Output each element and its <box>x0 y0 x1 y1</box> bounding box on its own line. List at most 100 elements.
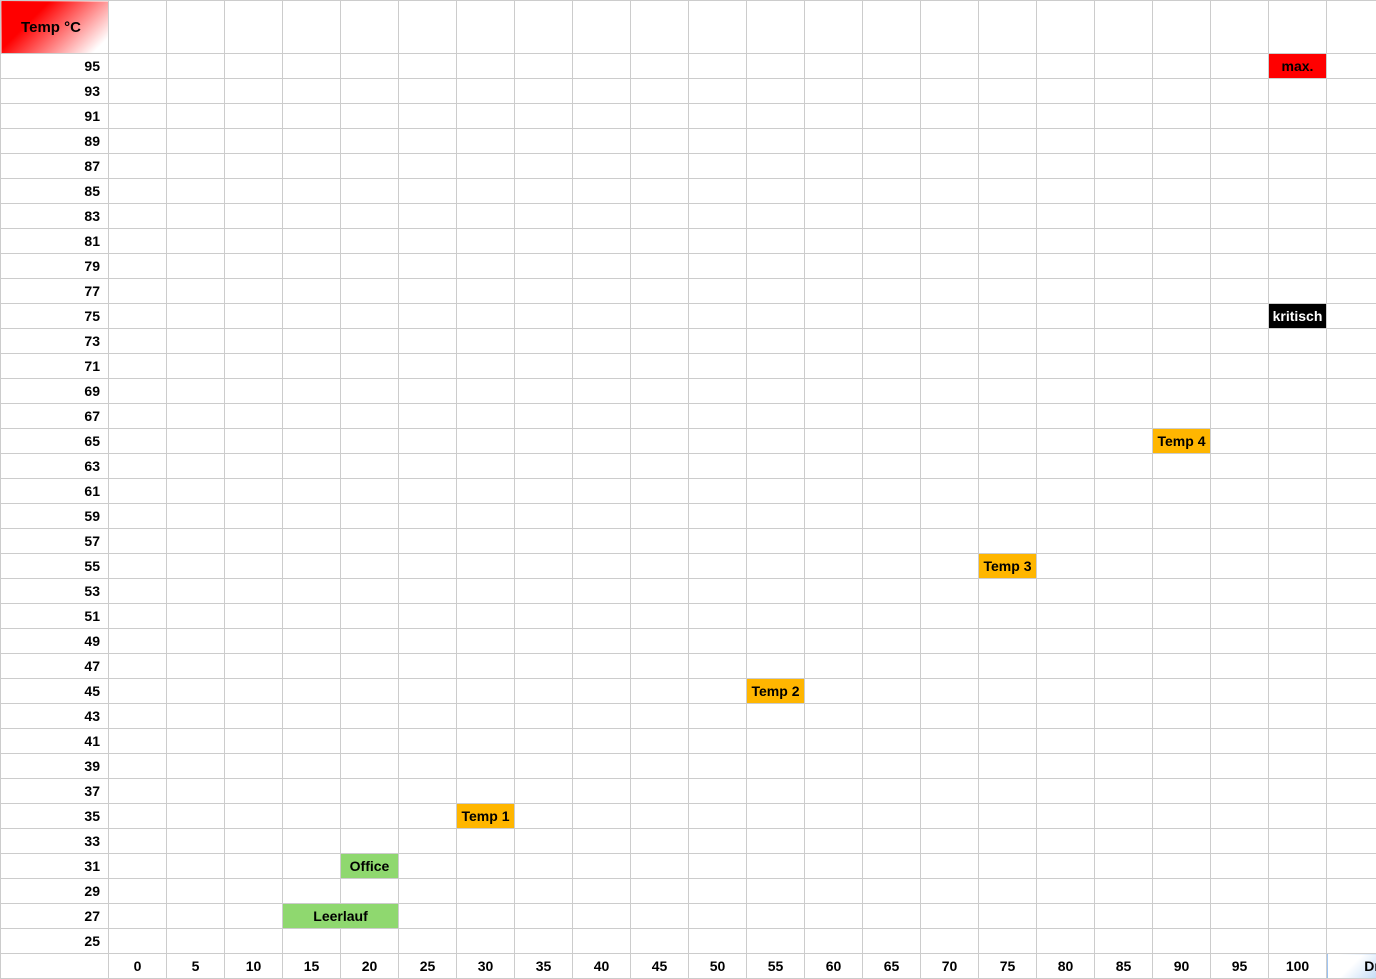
grid-cell[interactable] <box>1153 904 1211 929</box>
grid-cell[interactable] <box>1211 504 1269 529</box>
grid-cell[interactable] <box>1037 579 1095 604</box>
grid-cell[interactable] <box>283 229 341 254</box>
grid-cell[interactable] <box>689 779 747 804</box>
grid-cell[interactable] <box>805 529 863 554</box>
grid-cell[interactable] <box>747 929 805 954</box>
grid-cell[interactable] <box>1211 654 1269 679</box>
grid-cell[interactable] <box>167 129 225 154</box>
grid-cell[interactable] <box>341 529 399 554</box>
grid-cell[interactable] <box>1037 304 1095 329</box>
grid-cell[interactable] <box>109 379 167 404</box>
grid-cell[interactable] <box>689 454 747 479</box>
grid-cell[interactable] <box>863 779 921 804</box>
grid-cell[interactable] <box>225 629 283 654</box>
grid-cell[interactable] <box>1095 554 1153 579</box>
grid-cell[interactable] <box>573 629 631 654</box>
grid-cell[interactable] <box>1095 154 1153 179</box>
grid-cell[interactable] <box>921 1 979 54</box>
grid-cell[interactable] <box>341 354 399 379</box>
grid-cell[interactable] <box>1269 554 1327 579</box>
grid-cell[interactable] <box>979 329 1037 354</box>
grid-cell[interactable] <box>341 179 399 204</box>
grid-cell[interactable] <box>1095 129 1153 154</box>
grid-cell[interactable] <box>283 154 341 179</box>
grid-cell[interactable] <box>225 154 283 179</box>
grid-cell[interactable] <box>341 54 399 79</box>
grid-cell[interactable] <box>1153 454 1211 479</box>
grid-cell[interactable] <box>573 554 631 579</box>
grid-cell[interactable] <box>573 379 631 404</box>
grid-cell[interactable] <box>399 54 457 79</box>
grid-cell[interactable] <box>167 804 225 829</box>
grid-cell[interactable] <box>1211 804 1269 829</box>
grid-cell[interactable] <box>457 204 515 229</box>
grid-cell[interactable] <box>979 579 1037 604</box>
grid-cell[interactable] <box>747 454 805 479</box>
grid-cell[interactable] <box>1211 229 1269 254</box>
grid-cell[interactable] <box>921 579 979 604</box>
grid-cell[interactable] <box>109 129 167 154</box>
grid-cell[interactable] <box>225 729 283 754</box>
grid-cell[interactable] <box>1269 729 1327 754</box>
grid-cell[interactable] <box>805 79 863 104</box>
grid-cell[interactable] <box>747 829 805 854</box>
grid-cell[interactable] <box>631 504 689 529</box>
grid-cell[interactable] <box>1327 929 1376 954</box>
grid-cell[interactable] <box>225 754 283 779</box>
grid-cell[interactable] <box>399 654 457 679</box>
grid-cell[interactable] <box>1269 404 1327 429</box>
grid-cell[interactable] <box>1211 579 1269 604</box>
grid-cell[interactable] <box>921 104 979 129</box>
grid-cell[interactable] <box>805 829 863 854</box>
grid-cell[interactable] <box>515 204 573 229</box>
grid-cell[interactable] <box>225 104 283 129</box>
grid-cell[interactable] <box>689 504 747 529</box>
grid-cell[interactable] <box>1269 604 1327 629</box>
grid-cell[interactable] <box>341 79 399 104</box>
grid-cell[interactable] <box>225 1 283 54</box>
grid-cell[interactable] <box>573 679 631 704</box>
grid-cell[interactable] <box>399 79 457 104</box>
grid-cell[interactable] <box>225 454 283 479</box>
grid-cell[interactable] <box>1211 529 1269 554</box>
grid-cell[interactable] <box>921 179 979 204</box>
grid-cell[interactable] <box>457 54 515 79</box>
grid-cell[interactable] <box>1327 679 1376 704</box>
grid-cell[interactable] <box>1269 354 1327 379</box>
grid-cell[interactable] <box>457 504 515 529</box>
grid-cell[interactable] <box>225 229 283 254</box>
grid-cell[interactable] <box>747 554 805 579</box>
grid-cell[interactable] <box>225 704 283 729</box>
grid-cell[interactable] <box>689 579 747 604</box>
grid-cell[interactable] <box>979 279 1037 304</box>
grid-cell[interactable] <box>1153 404 1211 429</box>
grid-cell[interactable] <box>689 854 747 879</box>
grid-cell[interactable] <box>225 254 283 279</box>
grid-cell[interactable] <box>1095 404 1153 429</box>
grid-cell[interactable] <box>457 304 515 329</box>
grid-cell[interactable] <box>1037 704 1095 729</box>
grid-cell[interactable] <box>631 679 689 704</box>
grid-cell[interactable] <box>1211 904 1269 929</box>
grid-cell[interactable] <box>515 579 573 604</box>
grid-cell[interactable] <box>1211 779 1269 804</box>
grid-cell[interactable] <box>1153 754 1211 779</box>
grid-cell[interactable] <box>167 204 225 229</box>
grid-cell[interactable] <box>399 104 457 129</box>
grid-cell[interactable] <box>399 354 457 379</box>
grid-cell[interactable] <box>747 879 805 904</box>
grid-cell[interactable] <box>689 904 747 929</box>
grid-cell[interactable] <box>747 104 805 129</box>
grid-cell[interactable] <box>225 579 283 604</box>
grid-cell[interactable] <box>167 304 225 329</box>
grid-cell[interactable] <box>863 379 921 404</box>
grid-cell[interactable] <box>515 629 573 654</box>
grid-cell[interactable] <box>167 829 225 854</box>
grid-cell[interactable] <box>805 404 863 429</box>
grid-cell[interactable] <box>805 604 863 629</box>
grid-cell[interactable] <box>283 879 341 904</box>
grid-cell[interactable] <box>979 54 1037 79</box>
grid-cell[interactable] <box>1153 379 1211 404</box>
grid-cell[interactable] <box>863 79 921 104</box>
grid-cell[interactable] <box>1037 854 1095 879</box>
